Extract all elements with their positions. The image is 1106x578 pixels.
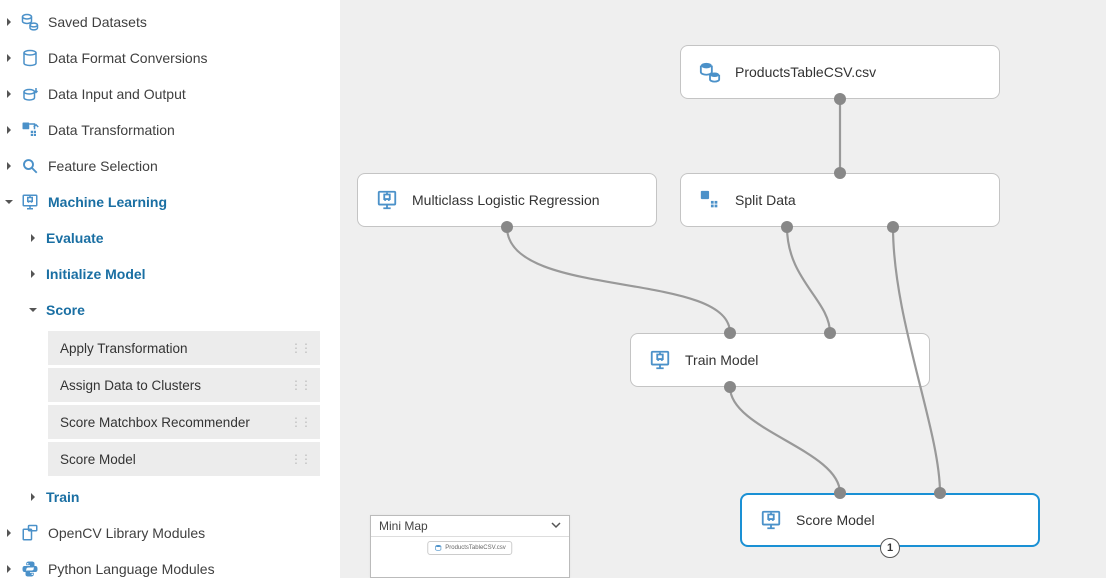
sidebar-item-initialize-model[interactable]: Initialize Model	[24, 256, 340, 292]
sidebar-item-machine-learning[interactable]: Machine Learning	[0, 184, 340, 220]
database-icon	[699, 61, 721, 83]
minimap-header[interactable]: Mini Map	[371, 516, 569, 537]
minimap-node: ProductsTableCSV.csv	[427, 541, 512, 555]
io-icon	[20, 84, 40, 104]
sidebar-item-train[interactable]: Train	[24, 479, 340, 515]
caret-right-icon	[4, 90, 14, 98]
palette-module-score-matchbox-recommender[interactable]: Score Matchbox Recommender ⋮⋮	[48, 405, 320, 439]
sidebar-item-label: OpenCV Library Modules	[48, 525, 205, 541]
ml-icon	[649, 349, 671, 371]
input-port[interactable]	[934, 487, 946, 499]
minimap-node-label: ProductsTableCSV.csv	[445, 545, 505, 551]
module-label: Score Model	[796, 512, 875, 528]
sidebar-item-label: Saved Datasets	[48, 14, 147, 30]
transform-icon	[20, 120, 40, 140]
grip-icon: ⋮⋮	[290, 415, 310, 429]
input-port[interactable]	[824, 327, 836, 339]
ml-icon	[376, 189, 398, 211]
ml-icon	[20, 192, 40, 212]
sidebar-item-opencv[interactable]: OpenCV Library Modules	[0, 515, 340, 551]
python-icon	[20, 559, 40, 578]
caret-right-icon	[28, 270, 38, 278]
magnifier-icon	[20, 156, 40, 176]
sidebar-item-label: Score	[46, 302, 85, 318]
module-label: Split Data	[735, 192, 796, 208]
caret-down-icon	[4, 198, 14, 206]
sidebar-item-data-format[interactable]: Data Format Conversions	[0, 40, 340, 76]
minimap-body[interactable]: ProductsTableCSV.csv	[371, 537, 569, 577]
chevron-down-icon	[551, 519, 561, 533]
sidebar-item-label: Train	[46, 489, 79, 505]
sidebar-item-label: Machine Learning	[48, 194, 167, 210]
sidebar-item-label: Evaluate	[46, 230, 104, 246]
caret-right-icon	[4, 54, 14, 62]
sidebar-item-label: Initialize Model	[46, 266, 146, 282]
database-icon	[20, 12, 40, 32]
sidebar-item-data-transform[interactable]: Data Transformation	[0, 112, 340, 148]
palette-module-assign-data-to-clusters[interactable]: Assign Data to Clusters ⋮⋮	[48, 368, 320, 402]
sidebar-item-saved-datasets[interactable]: Saved Datasets	[0, 4, 340, 40]
leaf-label: Score Model	[60, 452, 136, 467]
caret-right-icon	[4, 126, 14, 134]
palette-module-score-model[interactable]: Score Model ⋮⋮	[48, 442, 320, 476]
input-port[interactable]	[724, 327, 736, 339]
canvas-module-split[interactable]: Split Data	[680, 173, 1000, 227]
sidebar-item-evaluate[interactable]: Evaluate	[24, 220, 340, 256]
leaf-label: Assign Data to Clusters	[60, 378, 201, 393]
caret-right-icon	[4, 18, 14, 26]
sidebar-item-label: Data Input and Output	[48, 86, 186, 102]
ml-icon	[760, 509, 782, 531]
palette-module-apply-transformation[interactable]: Apply Transformation ⋮⋮	[48, 331, 320, 365]
module-label: Multiclass Logistic Regression	[412, 192, 600, 208]
opencv-icon	[20, 523, 40, 543]
minimap-title: Mini Map	[379, 519, 428, 533]
output-port[interactable]	[834, 93, 846, 105]
caret-right-icon	[28, 493, 38, 501]
grip-icon: ⋮⋮	[290, 378, 310, 392]
canvas-module-dataset[interactable]: ProductsTableCSV.csv	[680, 45, 1000, 99]
leaf-label: Apply Transformation	[60, 341, 188, 356]
module-label: Train Model	[685, 352, 758, 368]
canvas-module-mlr[interactable]: Multiclass Logistic Regression	[357, 173, 657, 227]
module-label: ProductsTableCSV.csv	[735, 64, 876, 80]
sidebar-item-python[interactable]: Python Language Modules	[0, 551, 340, 578]
caret-right-icon	[28, 234, 38, 242]
sidebar-item-data-io[interactable]: Data Input and Output	[0, 76, 340, 112]
sidebar-item-label: Feature Selection	[48, 158, 158, 174]
transform-icon	[699, 189, 721, 211]
caret-right-icon	[4, 162, 14, 170]
experiment-canvas[interactable]: ProductsTableCSV.csv Multiclass Logistic…	[340, 0, 1106, 578]
module-palette[interactable]: Saved Datasets Data Format Conversions D…	[0, 0, 340, 578]
cylinder-icon	[20, 48, 40, 68]
leaf-label: Score Matchbox Recommender	[60, 415, 250, 430]
output-port[interactable]	[781, 221, 793, 233]
canvas-module-train[interactable]: Train Model	[630, 333, 930, 387]
input-port[interactable]	[834, 487, 846, 499]
grip-icon: ⋮⋮	[290, 341, 310, 355]
caret-right-icon	[4, 529, 14, 537]
minimap[interactable]: Mini Map ProductsTableCSV.csv	[370, 515, 570, 578]
caret-right-icon	[4, 565, 14, 573]
sidebar-item-feature-selection[interactable]: Feature Selection	[0, 148, 340, 184]
output-port[interactable]	[887, 221, 899, 233]
sidebar-item-label: Data Transformation	[48, 122, 175, 138]
sidebar-item-label: Data Format Conversions	[48, 50, 208, 66]
output-port[interactable]	[501, 221, 513, 233]
output-port-badge[interactable]: 1	[880, 538, 900, 558]
grip-icon: ⋮⋮	[290, 452, 310, 466]
sidebar-item-label: Python Language Modules	[48, 561, 215, 577]
input-port[interactable]	[834, 167, 846, 179]
caret-down-icon	[28, 306, 38, 314]
sidebar-item-score[interactable]: Score	[24, 292, 340, 328]
output-port[interactable]	[724, 381, 736, 393]
